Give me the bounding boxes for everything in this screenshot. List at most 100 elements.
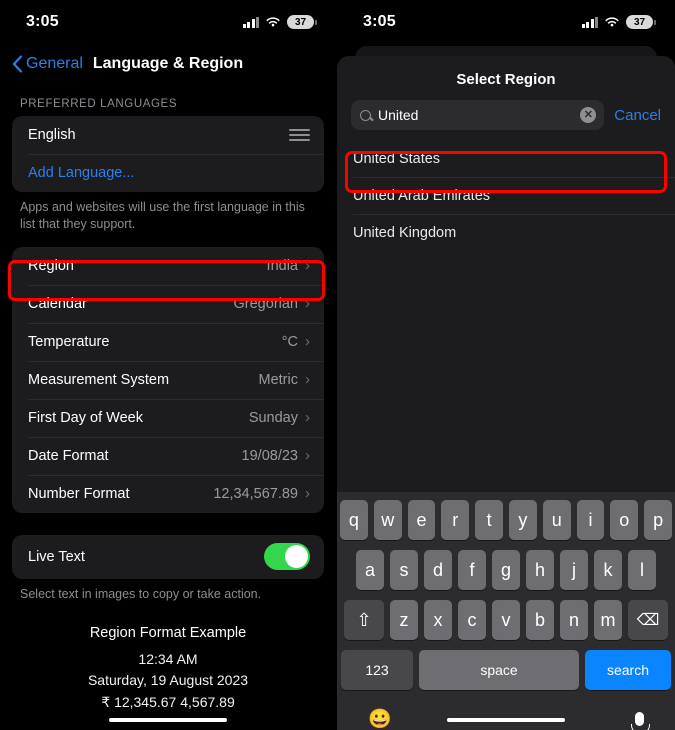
region-format-example: Region Format Example 12:34 AM Saturday,… — [0, 603, 336, 714]
search-return-key[interactable]: search — [585, 650, 671, 690]
chevron-right-icon: › — [305, 295, 310, 313]
add-language-label: Add Language... — [28, 165, 135, 181]
setting-row-date-format[interactable]: Date Format 19/08/23 › — [12, 436, 324, 475]
language-label: English — [28, 127, 76, 143]
key-d[interactable]: d — [424, 550, 452, 590]
keyboard-row-2: a s d f g h j k l — [340, 550, 672, 590]
live-text-toggle[interactable] — [264, 543, 310, 571]
setting-row-region[interactable]: Region India › — [12, 247, 324, 285]
key-h[interactable]: h — [526, 550, 554, 590]
region-results-list: United States United Arab Emirates Unite… — [337, 140, 675, 251]
result-row-united-kingdom[interactable]: United Kingdom — [337, 214, 675, 251]
space-key[interactable]: space — [419, 650, 579, 690]
setting-row-first-day-of-week[interactable]: First Day of Week Sunday › — [12, 398, 324, 437]
key-w[interactable]: w — [373, 500, 402, 540]
nav-bar-left: General Language & Region — [0, 44, 336, 84]
search-icon — [360, 109, 371, 121]
home-indicator — [109, 717, 227, 722]
key-k[interactable]: k — [594, 550, 622, 590]
setting-label: Region — [28, 257, 74, 274]
key-l[interactable]: l — [628, 550, 656, 590]
on-screen-keyboard: q w e r t y u i o p a s d f g h j k l ⇧ … — [337, 492, 675, 730]
clear-circle-icon[interactable]: ✕ — [580, 107, 597, 123]
search-bar: United ✕ Cancel — [337, 100, 675, 140]
key-f[interactable]: f — [458, 550, 486, 590]
add-language-row[interactable]: Add Language... — [12, 154, 324, 192]
result-row-united-states[interactable]: United States — [337, 140, 675, 177]
live-text-footnote: Select text in images to copy or take ac… — [20, 586, 262, 601]
back-button[interactable]: General — [12, 55, 83, 73]
setting-row-calendar[interactable]: Calendar Gregorian › — [12, 284, 324, 323]
chevron-right-icon: › — [305, 447, 310, 465]
setting-value: 12,34,567.89 — [213, 485, 298, 502]
region-settings-card: Region India › Calendar Gregorian › Temp… — [12, 246, 324, 513]
chevron-left-icon — [12, 55, 23, 73]
language-row-english[interactable]: English — [12, 116, 324, 154]
key-e[interactable]: e — [407, 500, 436, 540]
status-indicators: 37 — [581, 15, 656, 29]
key-c[interactable]: c — [458, 600, 486, 640]
key-z[interactable]: z — [390, 600, 418, 640]
status-bar-left: 3:05 37 — [0, 0, 336, 44]
numbers-key[interactable]: 123 — [341, 650, 413, 690]
setting-value: °C — [281, 333, 298, 350]
backspace-key-icon[interactable]: ⌫ — [628, 600, 668, 640]
battery-indicator: 37 — [287, 15, 317, 29]
key-a[interactable]: a — [356, 550, 384, 590]
emoji-icon[interactable]: 😀 — [368, 707, 392, 730]
setting-label: Date Format — [28, 447, 109, 464]
setting-value: India — [266, 257, 298, 274]
wifi-icon — [266, 17, 280, 27]
example-time: 12:34 AM — [138, 650, 198, 667]
live-text-row: Live Text — [12, 535, 324, 579]
right-phone-screen: 3:05 37 Select Region United ✕ Cancel Un… — [337, 0, 675, 730]
microphone-icon[interactable] — [631, 706, 650, 730]
cancel-button[interactable]: Cancel — [614, 107, 661, 124]
status-indicators: 37 — [242, 15, 317, 29]
key-s[interactable]: s — [390, 550, 418, 590]
setting-label: First Day of Week — [28, 409, 143, 426]
battery-indicator: 37 — [626, 15, 656, 29]
setting-row-number-format[interactable]: Number Format 12,34,567.89 › — [12, 474, 324, 513]
example-numbers: ₹ 12,345.67 4,567.89 — [101, 694, 235, 710]
keyboard-bottom-bar: 😀 — [340, 700, 672, 730]
key-u[interactable]: u — [542, 500, 571, 540]
cellular-bars-icon — [242, 16, 259, 28]
live-text-card: Live Text — [12, 534, 324, 579]
key-r[interactable]: r — [441, 500, 470, 540]
setting-row-measurement-system[interactable]: Measurement System Metric › — [12, 360, 324, 399]
keyboard-row-4: 123 space search — [340, 650, 672, 690]
example-title: Region Format Example — [89, 624, 247, 641]
live-text-label: Live Text — [28, 548, 85, 565]
key-n[interactable]: n — [560, 600, 588, 640]
setting-label: Temperature — [28, 333, 110, 350]
reorder-handle-icon[interactable] — [289, 129, 310, 141]
languages-card: English Add Language... — [12, 116, 324, 192]
key-i[interactable]: i — [576, 500, 605, 540]
keyboard-row-3: ⇧ z x c v b n m ⌫ — [340, 600, 672, 640]
key-o[interactable]: o — [610, 500, 639, 540]
setting-value: 19/08/23 — [241, 447, 298, 464]
setting-label: Calendar — [28, 295, 87, 312]
key-m[interactable]: m — [594, 600, 622, 640]
shift-key-icon[interactable]: ⇧ — [344, 600, 384, 640]
dual-screenshot: 3:05 37 General Language & Region PREFER — [0, 0, 675, 730]
key-t[interactable]: t — [475, 500, 503, 540]
key-g[interactable]: g — [492, 550, 520, 590]
key-j[interactable]: j — [560, 550, 588, 590]
status-time: 3:05 — [363, 13, 396, 30]
key-x[interactable]: x — [424, 600, 452, 640]
key-p[interactable]: p — [644, 500, 672, 540]
home-indicator — [447, 717, 565, 722]
setting-value: Gregorian — [233, 295, 298, 312]
result-row-united-arab-emirates[interactable]: United Arab Emirates — [337, 177, 675, 214]
key-b[interactable]: b — [526, 600, 554, 640]
result-label: United Arab Emirates — [353, 187, 491, 204]
setting-value: Metric — [258, 371, 298, 388]
key-v[interactable]: v — [492, 600, 520, 640]
key-q[interactable]: q — [340, 500, 368, 540]
search-input[interactable]: United ✕ — [351, 100, 605, 130]
search-value: United — [378, 107, 419, 123]
setting-row-temperature[interactable]: Temperature °C › — [12, 322, 324, 361]
key-y[interactable]: y — [509, 500, 537, 540]
